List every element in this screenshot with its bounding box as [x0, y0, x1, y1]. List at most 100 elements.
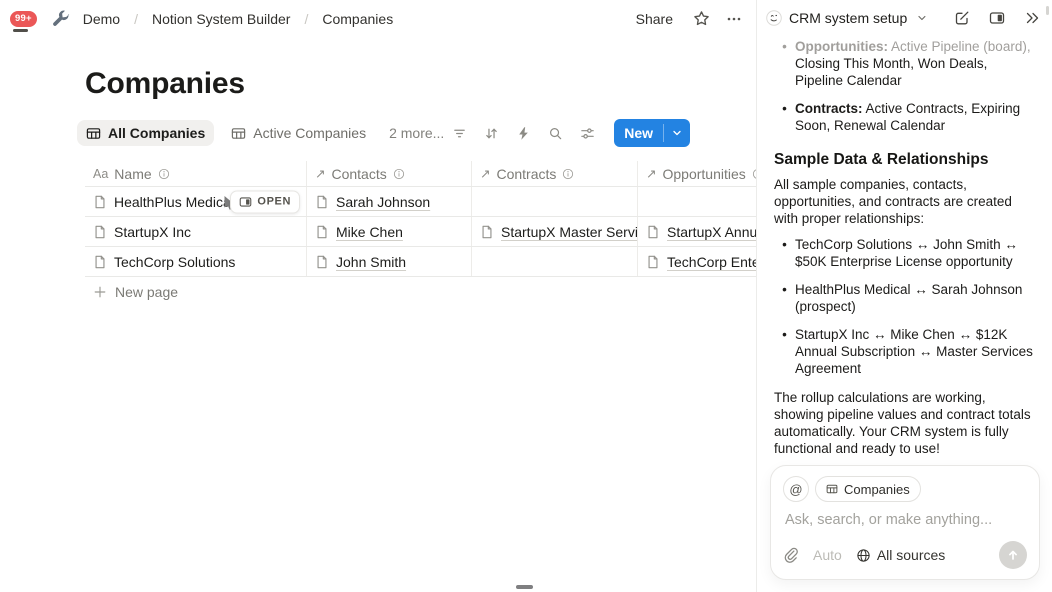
info-icon[interactable]	[562, 168, 574, 180]
intro-paragraph: All sample companies, contacts, opportun…	[774, 176, 1036, 227]
column-header-name[interactable]: Aa Name	[85, 161, 307, 186]
relation-link[interactable]: John Smith	[336, 254, 406, 270]
topbar-actions: Share	[632, 9, 742, 29]
share-button[interactable]: Share	[632, 9, 677, 29]
more-options-icon[interactable]	[726, 11, 742, 27]
search-icon[interactable]	[548, 126, 563, 141]
cell-name[interactable]: StartupX Inc	[85, 217, 307, 246]
new-button-label[interactable]: New	[614, 119, 663, 147]
attachment-paperclip-icon[interactable]	[783, 547, 799, 563]
collapse-double-chevron-icon[interactable]	[1024, 10, 1040, 26]
info-icon[interactable]	[393, 168, 405, 180]
globe-icon	[856, 548, 871, 563]
title-property-icon: Aa	[93, 167, 108, 181]
cell-contacts[interactable]: Sarah Johnson	[307, 187, 472, 216]
views-toolbar-row: All Companies Active Companies 2 more...	[77, 118, 690, 148]
sort-icon[interactable]	[484, 126, 499, 141]
info-icon[interactable]	[752, 168, 757, 180]
page-icon	[646, 225, 660, 239]
view-settings-icon[interactable]	[580, 126, 595, 141]
info-icon[interactable]	[158, 168, 170, 180]
bullet-marker	[774, 38, 795, 89]
bottom-drag-handle[interactable]	[516, 585, 533, 589]
arrow-up-icon	[1006, 548, 1020, 562]
column-label: Opportunities	[662, 166, 745, 182]
filter-icon[interactable]	[452, 126, 467, 141]
column-label: Name	[114, 166, 151, 182]
bullet-label: Opportunities:	[795, 39, 888, 54]
relation-link[interactable]: Mike Chen	[336, 224, 403, 240]
chevron-down-icon[interactable]	[916, 10, 928, 26]
bullet-label: Contracts:	[795, 101, 863, 116]
column-header-contacts[interactable]: ↗ Contacts	[307, 161, 472, 186]
page-icon	[315, 195, 329, 209]
cell-opportunities[interactable]: TechCorp Enterp	[638, 247, 757, 276]
notion-window: 99+ Demo / Notion System Builder / Compa…	[0, 0, 1052, 592]
scrollbar-thumb[interactable]	[1046, 6, 1049, 15]
mention-button[interactable]: @	[783, 476, 809, 502]
breadcrumb-separator: /	[304, 11, 308, 27]
topbar: 99+ Demo / Notion System Builder / Compa…	[0, 0, 756, 37]
column-header-opportunities[interactable]: ↗ Opportunities	[638, 161, 757, 186]
tab-active-companies[interactable]: Active Companies	[222, 120, 375, 146]
automation-bolt-icon[interactable]	[516, 126, 531, 141]
list-item: Opportunities: Active Pipeline (board), …	[774, 38, 1036, 89]
chevron-down-icon	[671, 127, 683, 139]
cell-name[interactable]: TechCorp Solutions	[85, 247, 307, 276]
cell-opportunities[interactable]: StartupX Annual	[638, 217, 757, 246]
row-title: HealthPlus Medical	[114, 194, 234, 210]
cell-contracts[interactable]	[472, 187, 638, 216]
page-icon	[93, 255, 107, 269]
new-button-chevron[interactable]	[664, 119, 690, 147]
table-row: HealthPlus Medical OPEN Sarah Johnson	[85, 187, 757, 217]
send-button[interactable]	[999, 541, 1027, 569]
tab-all-companies[interactable]: All Companies	[77, 120, 214, 146]
cell-opportunities[interactable]	[638, 187, 757, 216]
column-header-contracts[interactable]: ↗ Contracts	[472, 161, 638, 186]
companies-table: Aa Name ↗ Contacts ↗ Contracts ↗ Opportu…	[85, 161, 757, 307]
new-button[interactable]: New	[614, 119, 690, 147]
chat-input[interactable]: Ask, search, or make anything...	[783, 511, 1027, 532]
cell-contacts[interactable]: Mike Chen	[307, 217, 472, 246]
all-sources-label: All sources	[877, 547, 945, 563]
cell-contracts[interactable]: StartupX Master Services	[472, 217, 638, 246]
relation-link[interactable]: StartupX Annual	[667, 224, 757, 240]
chat-title-dropdown[interactable]: CRM system setup instr...	[789, 10, 907, 26]
open-button-label: OPEN	[257, 196, 291, 208]
closing-paragraph: The rollup calculations are working, sho…	[774, 389, 1036, 457]
relation-link[interactable]: TechCorp Enterp	[667, 254, 757, 270]
breadcrumb-item-demo[interactable]: Demo	[79, 9, 124, 29]
relation-link[interactable]: Sarah Johnson	[336, 194, 430, 210]
breadcrumb-item-companies[interactable]: Companies	[318, 9, 397, 29]
favorite-star-icon[interactable]	[693, 10, 710, 27]
ai-sidebar: CRM system setup instr... Opportunities:…	[758, 0, 1052, 592]
row-title: StartupX Inc	[114, 224, 191, 240]
wrench-icon[interactable]	[51, 9, 71, 29]
cell-contacts[interactable]: John Smith	[307, 247, 472, 276]
auto-mode-button[interactable]: Auto	[813, 547, 842, 563]
list-item: TechCorp Solutions ↔ John Smith ↔ $50K E…	[774, 236, 1036, 270]
cell-contracts[interactable]	[472, 247, 638, 276]
table-row: TechCorp Solutions John Smith TechCorp E…	[85, 247, 757, 277]
table-view-icon	[86, 126, 101, 141]
bullet-marker	[774, 236, 795, 270]
relationship-text: HealthPlus Medical ↔ Sarah Johnson (pros…	[795, 281, 1036, 315]
cell-name[interactable]: HealthPlus Medical OPEN	[85, 187, 307, 216]
breadcrumb-item-system-builder[interactable]: Notion System Builder	[148, 9, 295, 29]
context-chip-label: Companies	[844, 482, 910, 497]
all-sources-button[interactable]: All sources	[856, 547, 945, 563]
relation-property-icon: ↗	[646, 166, 656, 181]
table-row: StartupX Inc Mike Chen StartupX Master S…	[85, 217, 757, 247]
notification-badge[interactable]: 99+	[10, 11, 37, 27]
table-header-row: Aa Name ↗ Contacts ↗ Contracts ↗ Opportu…	[85, 161, 757, 187]
side-panel-toggle-icon[interactable]	[989, 10, 1005, 26]
page-icon	[480, 225, 494, 239]
page-icon	[93, 225, 107, 239]
new-chat-compose-icon[interactable]	[954, 10, 970, 26]
new-page-label: New page	[115, 284, 178, 300]
more-views-button[interactable]: 2 more...	[383, 120, 450, 146]
new-page-button[interactable]: New page	[85, 277, 757, 307]
open-row-button[interactable]: OPEN	[230, 190, 300, 213]
relation-link[interactable]: StartupX Master Services	[501, 224, 638, 240]
context-chip-companies[interactable]: Companies	[815, 476, 921, 502]
